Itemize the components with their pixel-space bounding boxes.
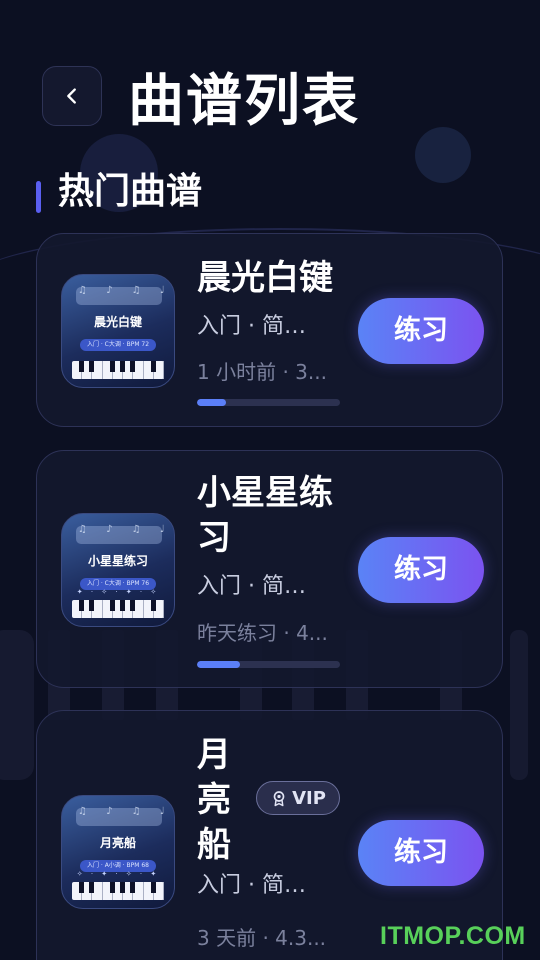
back-button[interactable] [42, 66, 102, 126]
song-title: 小星星练习 [197, 473, 333, 558]
cover-title: 小星星练习 [87, 554, 148, 568]
cover-notes: ♫ ♪ ♫ ♩ [78, 806, 173, 817]
song-title: 月亮船 [197, 735, 231, 865]
section-accent-bar [36, 181, 41, 213]
song-meta: 入门 · 简… [197, 574, 306, 599]
cover-title: 晨光白键 [93, 315, 142, 329]
cover-piano-keys [72, 600, 164, 618]
watermark: ITMOP.COM [380, 922, 526, 950]
progress-bar [197, 399, 340, 406]
page-title: 曲谱列表 [128, 69, 360, 134]
cover-piano-keys [72, 361, 164, 379]
cover-notes: ♫ ♪ ♫ ♩ [78, 524, 173, 535]
practice-button[interactable]: 练习 [358, 820, 484, 886]
practice-button[interactable]: 练习 [358, 298, 484, 364]
progress-fill [197, 399, 226, 406]
cover-notes: ♫ ♪ ♫ ♩ [78, 285, 173, 296]
song-cover: ♫ ♪ ♫ ♩ 晨光白键 入门 · C大调 · BPM 72 [61, 274, 175, 388]
song-card[interactable]: ♫ ♪ ♫ ♩ 小星星练习 入门 · C大调 · BPM 76 ✦ · ✧ · … [36, 450, 503, 688]
song-cover: ♫ ♪ ♫ ♩ 月亮船 入门 · A小调 · BPM 68 ✧ · ✦ · ✧ … [61, 795, 175, 909]
practice-button[interactable]: 练习 [358, 537, 484, 603]
song-meta: 入门 · 简… [197, 314, 306, 339]
progress-bar [197, 661, 340, 668]
section-title: 热门曲谱 [58, 171, 203, 212]
cover-chip: 入门 · C大调 · BPM 72 [80, 339, 156, 351]
cover-title: 月亮船 [99, 836, 136, 850]
last-practiced: 1 小时前 · 3... [197, 360, 327, 384]
last-practiced: 昨天练习 · 4... [197, 621, 328, 645]
header: 曲谱列表 [0, 60, 540, 140]
chevron-left-icon [67, 88, 76, 104]
song-meta: 入门 · 简… [197, 873, 306, 898]
progress-fill [197, 661, 240, 668]
vip-badge: VIP [256, 781, 340, 815]
song-title: 晨光白键 [197, 258, 333, 298]
song-card[interactable]: ♫ ♪ ♫ ♩ 晨光白键 入门 · C大调 · BPM 72 晨光白键 入门 ·… [36, 233, 503, 427]
cover-piano-keys [72, 882, 164, 900]
medal-icon [273, 791, 285, 807]
vip-label: VIP [292, 787, 326, 809]
song-cover: ♫ ♪ ♫ ♩ 小星星练习 入门 · C大调 · BPM 76 ✦ · ✧ · … [61, 513, 175, 627]
last-practiced: 3 天前 · 4.3... [197, 926, 327, 950]
